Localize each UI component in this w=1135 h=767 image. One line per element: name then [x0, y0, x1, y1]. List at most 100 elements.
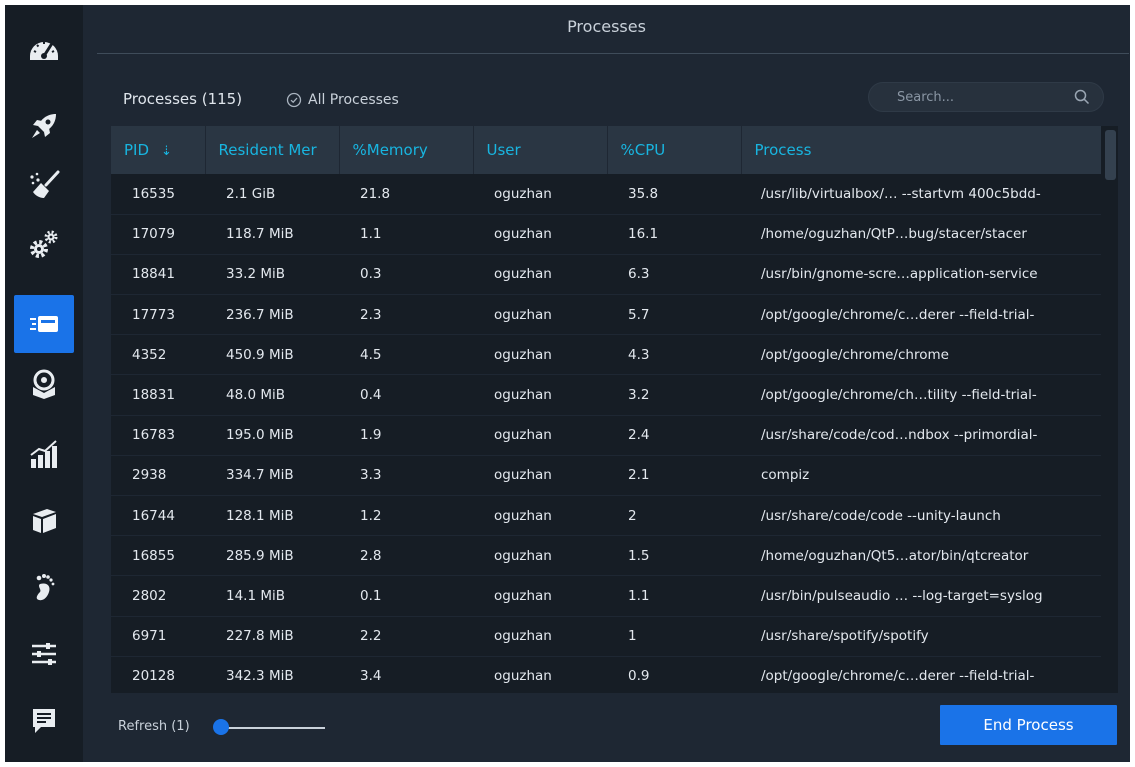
- sidebar-item-uninstaller[interactable]: [14, 355, 74, 413]
- table-row[interactable]: 18831 48.0 MiB 0.4 oguzhan 3.2/opt/google/ch…: [111, 375, 1101, 416]
- cell-resident-memory: 227.8 MiB: [226, 628, 294, 645]
- column-header-resident-memory[interactable]: Resident Mer: [205, 126, 340, 174]
- cell-user: oguzhan: [494, 266, 552, 283]
- cell-process: /usr/share/spotify/spotify: [761, 628, 929, 645]
- table-row[interactable]: 16744 128.1 MiB 1.2 oguzhan 2/usr/share/code…: [111, 496, 1101, 536]
- column-header-label: PID: [124, 141, 150, 159]
- cell-user: oguzhan: [494, 628, 552, 645]
- sidebar-item-system-cleaner[interactable]: [14, 155, 74, 213]
- table-row[interactable]: 17079 118.7 MiB 1.1 oguzhan 16.1/home/oguzha…: [111, 214, 1101, 255]
- cell-memory-percent: 2.2: [360, 628, 382, 645]
- search-box[interactable]: [868, 82, 1104, 112]
- processes-icon: [30, 316, 58, 332]
- column-header-cpu-percent[interactable]: %CPU: [607, 126, 742, 174]
- cell-resident-memory: 236.7 MiB: [226, 306, 294, 323]
- sidebar: [5, 5, 83, 762]
- table-row[interactable]: 16535 2.1 GiB 21.8 oguzhan 35.8/usr/lib/virt…: [111, 174, 1101, 215]
- cell-cpu-percent: 5.7: [628, 306, 650, 323]
- table-row[interactable]: 2938 334.7 MiB 3.3 oguzhan 2.1 compiz: [111, 455, 1101, 496]
- cell-process: compiz: [761, 467, 810, 484]
- cell-memory-percent: 0.4: [360, 387, 382, 404]
- cell-process: /usr/lib/virtualbox/… --startvm 400c5bdd…: [761, 185, 1041, 202]
- cell-process: /usr/share/code/code --unity-launch: [761, 507, 1001, 524]
- column-header-user[interactable]: User: [473, 126, 608, 174]
- box-icon: [33, 509, 56, 533]
- cell-process: /home/oguzhan/Qt5…ator/bin/qtcreator: [761, 547, 1029, 564]
- cell-pid: 17773: [132, 306, 175, 323]
- cell-memory-percent: 4.5: [360, 346, 382, 363]
- page-title: Processes: [567, 17, 646, 36]
- cell-cpu-percent: 35.8: [628, 185, 659, 202]
- column-header-memory-percent[interactable]: %Memory: [339, 126, 474, 174]
- cell-process: /home/oguzhan/QtP…bug/stacer/stacer: [761, 226, 1027, 243]
- cell-memory-percent: 3.3: [360, 467, 382, 484]
- cell-resident-memory: 285.9 MiB: [226, 547, 294, 564]
- cell-pid: 16744: [132, 507, 175, 524]
- cell-resident-memory: 450.9 MiB: [226, 346, 294, 363]
- sidebar-item-resources[interactable]: [14, 425, 74, 483]
- cell-cpu-percent: 2.4: [628, 427, 650, 444]
- table-row[interactable]: 18841 33.2 MiB 0.3 oguzhan 6.3/usr/bin/gnome…: [111, 254, 1101, 295]
- table-row[interactable]: 2802 14.1 MiB 0.1 oguzhan 1.1/usr/bin/pulsea…: [111, 576, 1101, 617]
- cell-resident-memory: 334.7 MiB: [226, 467, 294, 484]
- sidebar-item-dashboard[interactable]: [14, 22, 74, 80]
- cell-memory-percent: 21.8: [360, 185, 391, 202]
- end-process-button[interactable]: End Process: [940, 705, 1117, 745]
- cell-pid: 16535: [132, 185, 175, 202]
- table-row[interactable]: 4352 450.9 MiB 4.5 oguzhan 4.3/opt/google/ch…: [111, 335, 1101, 375]
- cell-pid: 6971: [132, 628, 167, 645]
- cell-process: /opt/google/chrome/chrome: [761, 346, 949, 363]
- cell-resident-memory: 14.1 MiB: [226, 587, 286, 604]
- scrollbar-thumb[interactable]: [1105, 130, 1116, 180]
- cell-pid: 16783: [132, 427, 175, 444]
- cell-cpu-percent: 16.1: [628, 226, 659, 243]
- search-input[interactable]: [897, 89, 1073, 105]
- sidebar-item-gnome-settings[interactable]: [14, 558, 74, 616]
- gears-icon: [30, 230, 58, 258]
- cell-process: /opt/google/chrome/ch…tility --field-tri…: [761, 387, 1037, 404]
- cell-resident-memory: 33.2 MiB: [226, 266, 286, 283]
- cell-resident-memory: 195.0 MiB: [226, 427, 294, 444]
- refresh-slider[interactable]: [213, 719, 327, 735]
- cell-user: oguzhan: [494, 306, 552, 323]
- all-processes-checkbox[interactable]: All Processes: [286, 89, 399, 111]
- table-row[interactable]: 6971 227.8 MiB 2.2 oguzhan 1/usr/share/spoti…: [111, 616, 1101, 657]
- cell-resident-memory: 342.3 MiB: [226, 668, 294, 685]
- sidebar-item-settings[interactable]: [14, 625, 74, 683]
- cell-user: oguzhan: [494, 226, 552, 243]
- cell-cpu-percent: 4.3: [628, 346, 650, 363]
- slider-track: [219, 727, 325, 729]
- sidebar-item-startup-apps[interactable]: [14, 97, 74, 155]
- speedometer-icon: [30, 42, 58, 60]
- table-row[interactable]: 16783 195.0 MiB 1.9 oguzhan 2.4/usr/share/co…: [111, 415, 1101, 456]
- cell-memory-percent: 3.4: [360, 668, 382, 685]
- table-row[interactable]: 20128 342.3 MiB 3.4 oguzhan 0.9/opt/google/c…: [111, 656, 1101, 693]
- column-header-process[interactable]: Process: [741, 126, 1101, 174]
- sidebar-item-apt-repository[interactable]: [14, 491, 74, 549]
- slider-handle[interactable]: [213, 719, 229, 735]
- sidebar-item-processes[interactable]: [14, 295, 74, 353]
- sidebar-item-services[interactable]: [14, 215, 74, 273]
- cell-memory-percent: 0.3: [360, 266, 382, 283]
- cell-cpu-percent: 6.3: [628, 266, 650, 283]
- refresh-label: Refresh (1): [118, 719, 190, 734]
- table-row[interactable]: 17773 236.7 MiB 2.3 oguzhan 5.7/opt/google/c…: [111, 295, 1101, 335]
- sidebar-item-feedback[interactable]: [14, 691, 74, 749]
- column-header-pid[interactable]: PID ⇣: [111, 126, 206, 174]
- process-table[interactable]: PID ⇣ Resident Mer %Memory User %CPU Proc…: [111, 126, 1118, 693]
- cell-memory-percent: 1.1: [360, 226, 382, 243]
- cell-pid: 20128: [132, 668, 175, 685]
- search-icon[interactable]: [1073, 88, 1091, 106]
- cell-user: oguzhan: [494, 467, 552, 484]
- cell-cpu-percent: 3.2: [628, 387, 650, 404]
- check-circle-icon: [286, 92, 302, 108]
- cell-cpu-percent: 2.1: [628, 467, 650, 484]
- table-row[interactable]: 16855 285.9 MiB 2.8 oguzhan 1.5/home/oguzhan…: [111, 536, 1101, 576]
- table-header-row: PID ⇣ Resident Mer %Memory User %CPU Proc…: [111, 126, 1101, 174]
- title-divider: [97, 53, 1129, 54]
- cell-user: oguzhan: [494, 427, 552, 444]
- cell-resident-memory: 128.1 MiB: [226, 507, 294, 524]
- message-icon: [33, 709, 55, 733]
- cell-user: oguzhan: [494, 346, 552, 363]
- broom-icon: [30, 170, 60, 198]
